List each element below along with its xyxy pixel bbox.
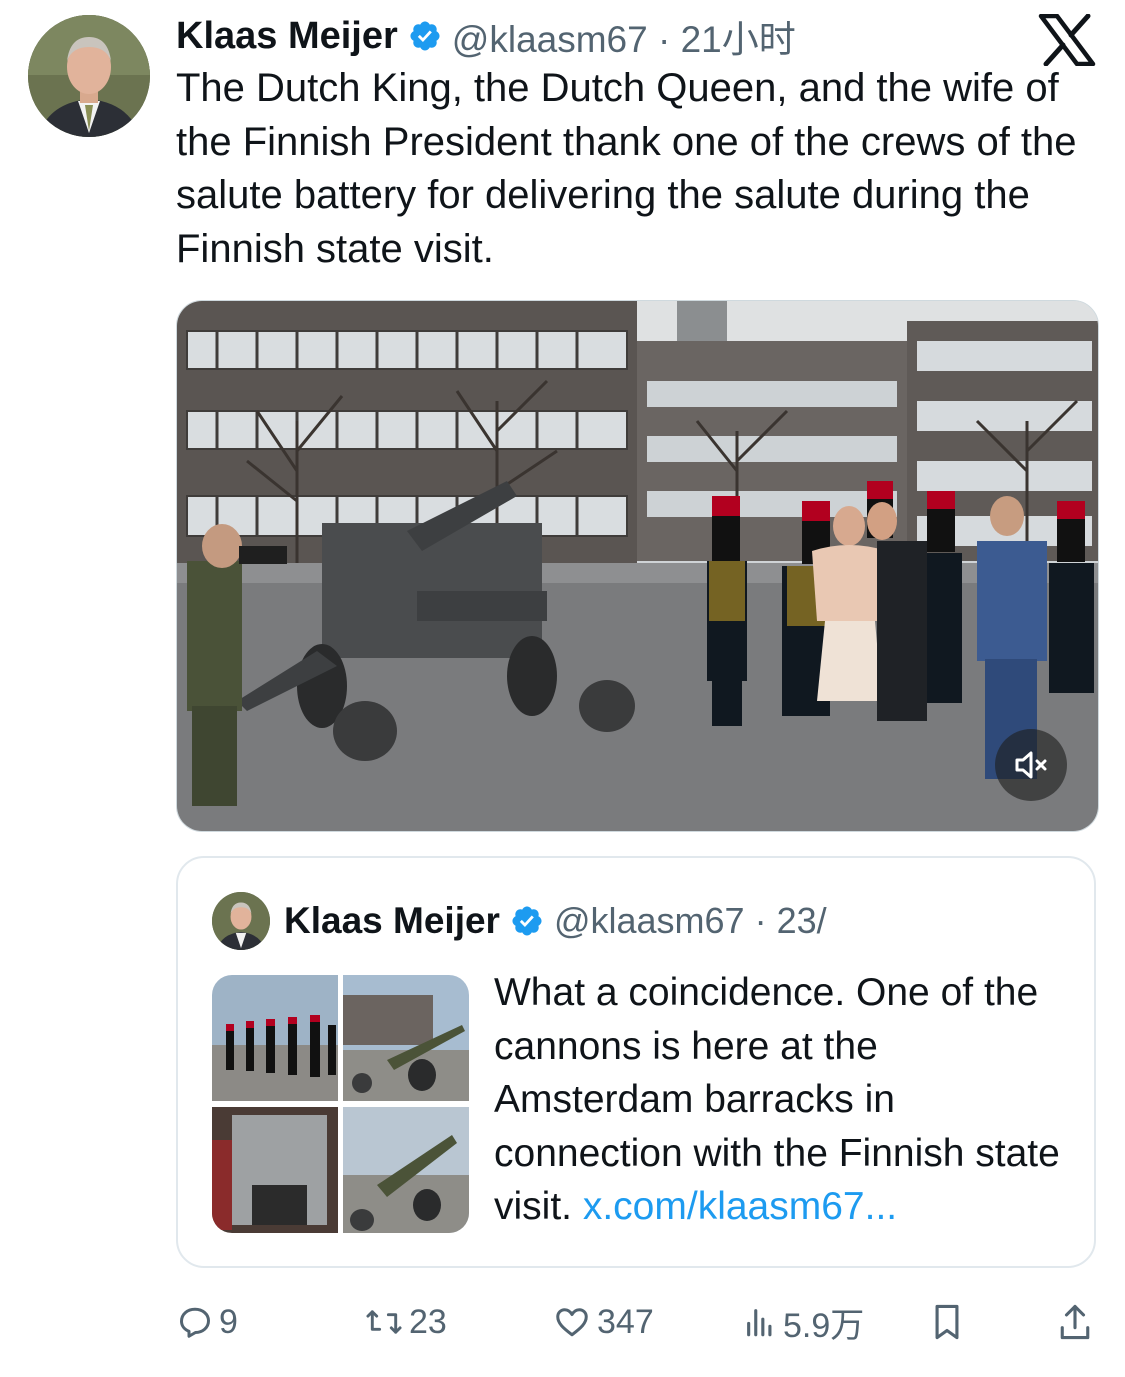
bookmark-button[interactable] (930, 1300, 964, 1344)
author-avatar[interactable] (28, 15, 150, 137)
share-button[interactable] (1058, 1300, 1092, 1344)
reply-count: 9 (219, 1302, 238, 1341)
quoted-media-grid[interactable] (212, 975, 469, 1233)
tweet-header: Klaas Meijer @klaasm67 · 21小时 (176, 9, 796, 63)
author-name[interactable]: Klaas Meijer (176, 15, 398, 58)
mute-button[interactable] (995, 729, 1067, 801)
tweet-text: The Dutch King, the Dutch Queen, and the… (176, 66, 1077, 271)
quoted-tweet-link[interactable]: x.com/klaasm67... (583, 1185, 897, 1228)
verified-badge-icon (408, 19, 442, 53)
quoted-image-4 (343, 1107, 469, 1233)
quoted-tweet-time: 23/ (776, 900, 827, 941)
repost-button[interactable]: 23 (365, 1300, 447, 1344)
views-icon (747, 1309, 772, 1337)
views-button[interactable]: 5.9万 (743, 1300, 865, 1345)
quoted-author-handle[interactable]: @klaasm67 · 23/ (554, 900, 827, 942)
mute-icon (1015, 751, 1047, 779)
quoted-image-1 (212, 975, 338, 1101)
quoted-image-2 (343, 975, 469, 1101)
quoted-author-name[interactable]: Klaas Meijer (284, 900, 500, 942)
like-icon (556, 1308, 588, 1337)
action-bar: 9 23 347 5.9万 (0, 1300, 1125, 1345)
like-count: 347 (597, 1302, 654, 1341)
like-button[interactable]: 347 (553, 1300, 654, 1344)
author-handle[interactable]: @klaasm67 · 21小时 (452, 9, 796, 63)
reply-button[interactable]: 9 (177, 1300, 238, 1344)
quoted-tweet-header: Klaas Meijer @klaasm67 · 23/ (284, 896, 908, 946)
quoted-author-avatar[interactable] (212, 892, 270, 950)
x-logo-icon[interactable] (1038, 13, 1096, 67)
quoted-tweet-text: What a coincidence. One of the cannons i… (494, 971, 1060, 1228)
reply-icon (180, 1307, 210, 1338)
verified-badge-icon (510, 904, 544, 938)
repost-icon (366, 1310, 402, 1334)
repost-count: 23 (409, 1302, 447, 1341)
tweet-time: 21小时 (680, 19, 796, 60)
tweet-video[interactable] (176, 300, 1099, 832)
bookmark-icon (935, 1304, 959, 1340)
quoted-image-3 (212, 1107, 338, 1233)
share-icon (1060, 1304, 1090, 1340)
view-count: 5.9万 (783, 1306, 865, 1345)
